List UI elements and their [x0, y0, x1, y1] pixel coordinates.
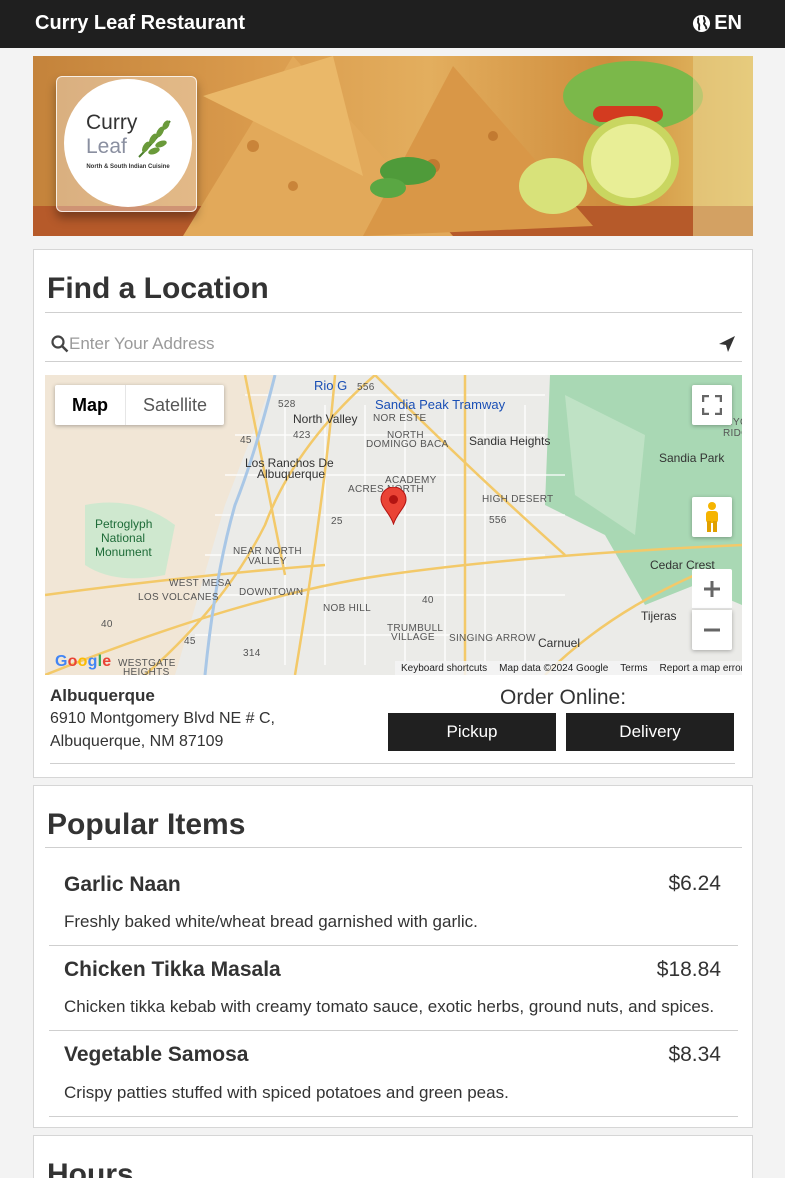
- divider: [45, 847, 742, 848]
- menu-item-name: Chicken Tikka Masala: [64, 958, 281, 981]
- map-label-i40a: 40: [101, 619, 113, 630]
- leaf-icon: [138, 120, 171, 158]
- map-label-hwy-45b: 45: [184, 636, 196, 647]
- street-view-pegman[interactable]: [692, 497, 732, 537]
- minus-icon: [704, 628, 720, 632]
- map-label-hwy-45a: 45: [240, 435, 252, 446]
- location-address-line1: 6910 Montgomery Blvd NE # C,: [50, 710, 275, 727]
- menu-item-price: $6.24: [668, 872, 721, 895]
- map-label-trumbull-2: VILLAGE: [391, 632, 435, 643]
- divider: [45, 312, 742, 313]
- logo-card: Curry Leaf North & South Indian Cuisine: [56, 76, 197, 212]
- order-online-label: Order Online:: [500, 686, 627, 709]
- site-title[interactable]: Curry Leaf Restaurant: [35, 12, 245, 35]
- divider: [50, 763, 735, 764]
- google-logo[interactable]: Google: [55, 653, 111, 671]
- map-label-sandia-heights: Sandia Heights: [469, 434, 551, 448]
- map-label-i25: 25: [331, 516, 343, 527]
- map-label-los-ranchos-2: Albuquerque: [257, 467, 326, 481]
- map-attribution: Keyboard shortcuts Map data ©2024 Google…: [395, 661, 742, 675]
- popular-items-panel: Popular Items Garlic Naan $6.24 Freshly …: [33, 785, 753, 1128]
- map-data-text: Map data ©2024 Google: [499, 662, 609, 674]
- zoom-out-button[interactable]: [692, 610, 732, 650]
- map-label-sandia-park: Sandia Park: [659, 451, 725, 465]
- address-search: [45, 328, 742, 362]
- language-label: EN: [714, 12, 742, 34]
- map-label-i40b: 40: [422, 595, 434, 606]
- hero-banner: Curry Leaf North & South Indian Cuisine: [33, 56, 753, 236]
- map-label-north-domingo-2: DOMINGO BACA: [366, 439, 449, 450]
- map-label-nor-este: NOR ESTE: [373, 413, 427, 424]
- address-input[interactable]: [69, 332, 709, 356]
- divider: [49, 1116, 738, 1117]
- map-label-westgate-2: HEIGHTS: [123, 667, 170, 675]
- hours-panel: Hours: [33, 1135, 753, 1178]
- map-label-sandia-peak: Sandia Peak Tramway: [375, 397, 506, 412]
- map-label-hwy-423: 423: [293, 430, 311, 441]
- divider: [49, 1030, 738, 1031]
- menu-item-price: $18.84: [656, 958, 721, 981]
- location-name: Albuquerque: [50, 686, 155, 705]
- delivery-button[interactable]: Delivery: [566, 713, 734, 751]
- menu-item-description: Crispy patties stuffed with spiced potat…: [64, 1083, 509, 1102]
- logo-tagline: North & South Indian Cuisine: [86, 164, 170, 170]
- terms-link[interactable]: Terms: [620, 663, 647, 674]
- map-label-tijeras: Tijeras: [641, 609, 677, 623]
- logo-word-leaf: Leaf: [86, 135, 127, 158]
- location-address-line2: Albuquerque, NM 87109: [50, 733, 224, 750]
- menu-item-name: Vegetable Samosa: [64, 1043, 249, 1066]
- map-label-ridge: RIDGE EST: [723, 428, 742, 439]
- plus-icon: [704, 580, 720, 597]
- map-label-carnuel: Carnuel: [538, 636, 581, 650]
- zoom-in-button[interactable]: [692, 569, 732, 609]
- pegman-icon: [706, 502, 718, 532]
- report-error-link[interactable]: Report a map error: [660, 663, 742, 674]
- find-location-panel: Find a Location Enter Your Address Rio G…: [33, 249, 753, 778]
- divider: [49, 945, 738, 946]
- search-icon: [51, 335, 69, 353]
- map-label-north-valley: North Valley: [293, 412, 358, 426]
- map-label-near-north-2: VALLEY: [248, 556, 287, 567]
- map-type-map-button[interactable]: Map: [55, 385, 126, 425]
- map-label-hwy-556a: 556: [357, 382, 375, 393]
- map-label-west-mesa: WEST MESA: [169, 578, 232, 589]
- locate-arrow-icon[interactable]: [718, 335, 736, 353]
- menu-item-price: $8.34: [668, 1043, 721, 1066]
- popular-items-title: Popular Items: [47, 808, 246, 841]
- hours-title: Hours: [47, 1158, 134, 1178]
- map-label-petroglyph-2: National: [101, 531, 146, 545]
- menu-item-name: Garlic Naan: [64, 873, 181, 896]
- top-navbar: Curry Leaf Restaurant EN: [0, 0, 785, 48]
- map-label-petroglyph-3: Monument: [95, 545, 152, 559]
- find-location-title: Find a Location: [47, 272, 269, 305]
- map-label-los-volcanes: LOS VOLCANES: [138, 592, 219, 603]
- map-label-singing-arrow: SINGING ARROW: [449, 633, 536, 644]
- globe-icon: [693, 14, 711, 33]
- fullscreen-button[interactable]: [692, 385, 732, 425]
- keyboard-shortcuts-link[interactable]: Keyboard shortcuts: [401, 663, 487, 674]
- map-type-satellite-button[interactable]: Satellite: [126, 385, 224, 425]
- map-label-hwy-528: 528: [278, 399, 296, 410]
- map-label-nob-hill: NOB HILL: [323, 603, 371, 614]
- location-map[interactable]: Rio G North Valley Los Ranchos De Albuqu…: [45, 375, 742, 675]
- menu-item-description: Freshly baked white/wheat bread garnishe…: [64, 912, 478, 931]
- map-type-toggle: Map Satellite: [55, 385, 225, 425]
- map-label-high-desert: HIGH DESERT: [482, 494, 554, 505]
- fullscreen-icon: [702, 395, 722, 415]
- location-pin-icon[interactable]: [380, 487, 407, 525]
- map-label-petroglyph: Petroglyph: [95, 517, 153, 531]
- restaurant-logo[interactable]: Curry Leaf North & South Indian Cuisine: [64, 79, 192, 207]
- map-label-rio: Rio G: [314, 378, 348, 393]
- language-selector[interactable]: EN: [692, 12, 742, 35]
- logo-word-curry: Curry: [86, 111, 138, 134]
- map-label-hwy-314: 314: [243, 648, 261, 659]
- menu-item-description: Chicken tikka kebab with creamy tomato s…: [64, 997, 715, 1016]
- map-label-downtown: DOWNTOWN: [239, 587, 304, 598]
- pickup-button[interactable]: Pickup: [388, 713, 556, 751]
- map-label-hwy-556b: 556: [489, 515, 507, 526]
